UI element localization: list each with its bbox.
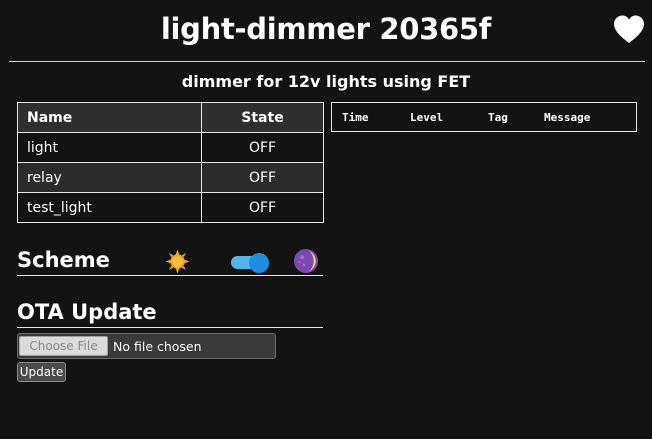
entity-table-header: Name State <box>17 102 324 133</box>
entity-name: light <box>17 132 202 163</box>
entity-name: test_light <box>17 192 202 223</box>
entity-table: Name State light OFF relay OFF test_ligh… <box>17 102 324 223</box>
page-title: light-dimmer 20365f <box>160 12 492 46</box>
header: light-dimmer 20365f <box>0 0 652 60</box>
page-subtitle: dimmer for 12v lights using FET <box>181 72 471 91</box>
table-row[interactable]: relay OFF <box>17 162 324 193</box>
file-status-text: No file chosen <box>113 339 202 354</box>
table-row[interactable]: light OFF <box>17 132 324 163</box>
log-column-message: Message <box>544 111 591 124</box>
column-header-name: Name <box>17 102 202 133</box>
header-divider <box>9 61 645 62</box>
update-button[interactable]: Update <box>17 362 66 382</box>
entity-state: OFF <box>201 192 324 223</box>
entity-name: relay <box>17 162 202 193</box>
sun-icon <box>165 249 190 274</box>
entity-state: OFF <box>201 162 324 193</box>
ota-divider <box>17 327 323 328</box>
toggle-knob <box>249 253 269 273</box>
table-row[interactable]: test_light OFF <box>17 192 324 223</box>
scheme-title: Scheme <box>17 248 110 272</box>
moon-icon <box>294 249 318 273</box>
log-column-tag: Tag <box>488 111 508 124</box>
column-header-state: State <box>201 102 324 133</box>
ota-title: OTA Update <box>17 300 157 324</box>
entity-state: OFF <box>201 132 324 163</box>
file-input[interactable]: Choose File No file chosen <box>17 333 276 359</box>
scheme-toggle[interactable] <box>231 253 269 273</box>
scheme-divider <box>17 275 323 276</box>
page: light-dimmer 20365f dimmer for 12v light… <box>0 0 652 439</box>
log-table-header: Time Level Tag Message <box>331 102 637 132</box>
log-column-level: Level <box>410 111 444 124</box>
log-column-time: Time <box>342 111 369 124</box>
choose-file-button[interactable]: Choose File <box>19 336 108 356</box>
heart-icon[interactable] <box>612 14 646 44</box>
